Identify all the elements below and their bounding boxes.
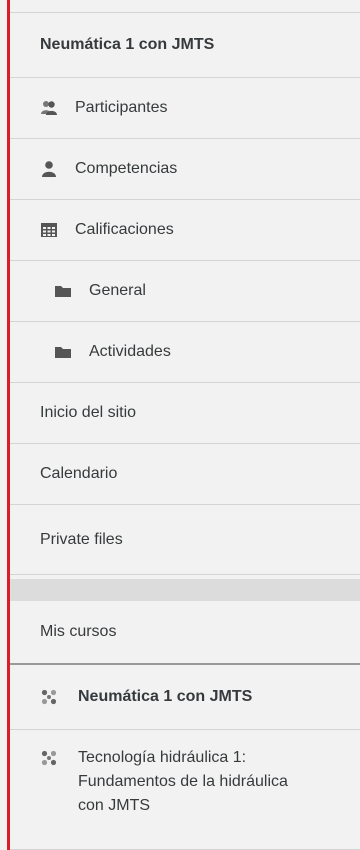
participants-icon xyxy=(40,99,58,117)
nav-item-private-files[interactable]: Private files xyxy=(10,505,360,575)
folder-icon xyxy=(54,282,72,300)
course-nav-group: Neumática 1 con JMTS Participantes Compe… xyxy=(10,12,360,575)
course-label: Tecnología hidráulica 1: Fundamentos de … xyxy=(78,749,288,814)
course-label: Neumática 1 con JMTS xyxy=(78,688,253,705)
course-item[interactable]: Tecnología hidráulica 1: Fundamentos de … xyxy=(10,730,360,850)
nav-item-competencias[interactable]: Competencias xyxy=(10,139,360,200)
nav-item-general[interactable]: General xyxy=(10,261,360,322)
course-item-active[interactable]: Neumática 1 con JMTS xyxy=(10,665,360,730)
nav-item-label: Inicio del sitio xyxy=(40,404,137,421)
grades-table-icon xyxy=(40,221,58,239)
course-icon xyxy=(40,688,58,706)
nav-item-label: Private files xyxy=(40,530,123,548)
nav-item-label: Calificaciones xyxy=(75,221,174,238)
nav-course-title[interactable]: Neumática 1 con JMTS xyxy=(10,12,360,78)
nav-drawer: Neumática 1 con JMTS Participantes Compe… xyxy=(0,0,360,850)
nav-item-calificaciones[interactable]: Calificaciones xyxy=(10,200,360,261)
user-icon xyxy=(40,160,58,178)
my-courses-label: Mis cursos xyxy=(40,623,117,640)
nav-item-label: Actividades xyxy=(89,343,171,360)
nav-item-inicio-del-sitio[interactable]: Inicio del sitio xyxy=(10,383,360,444)
folder-icon xyxy=(54,343,72,361)
my-courses-header[interactable]: Mis cursos xyxy=(10,601,360,665)
nav-item-label: Competencias xyxy=(75,160,178,177)
nav-item-calendario[interactable]: Calendario xyxy=(10,444,360,505)
section-divider xyxy=(10,579,360,601)
nav-item-label: General xyxy=(89,282,146,299)
nav-item-participantes[interactable]: Participantes xyxy=(10,78,360,139)
nav-course-title-label: Neumática 1 con JMTS xyxy=(40,36,215,53)
course-icon xyxy=(40,749,58,767)
nav-item-actividades[interactable]: Actividades xyxy=(10,322,360,383)
nav-item-label: Participantes xyxy=(75,99,168,116)
nav-item-label: Calendario xyxy=(40,465,118,482)
